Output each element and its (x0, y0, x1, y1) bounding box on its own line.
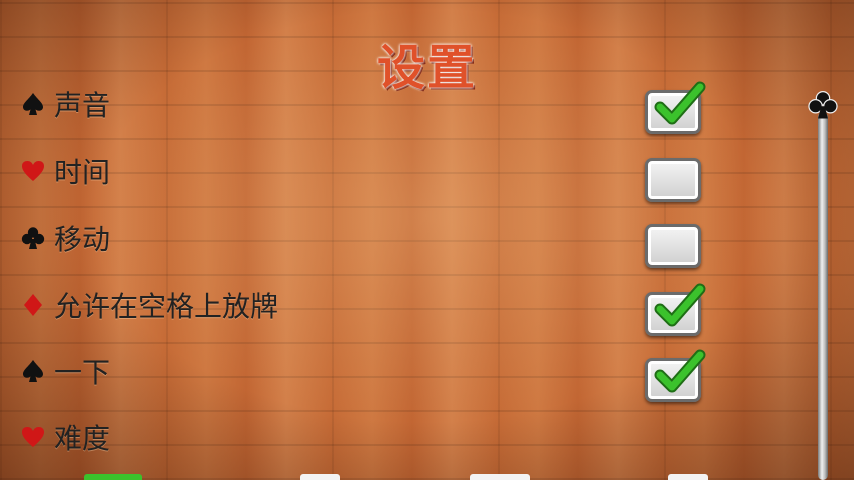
scrollbar-thumb[interactable] (806, 88, 840, 122)
partial-option (668, 474, 708, 480)
option-label: 难度 (54, 422, 111, 455)
spade-icon (18, 89, 48, 119)
option-row-allow-empty[interactable]: 允许在空格上放牌 (18, 281, 718, 329)
check-icon (654, 349, 706, 393)
option-label: 允许在空格上放牌 (54, 290, 279, 323)
option-row-difficulty[interactable]: 难度 (18, 413, 718, 461)
partial-option (470, 474, 530, 480)
club-icon (18, 223, 48, 253)
scrollbar-track[interactable] (818, 112, 828, 480)
allow-empty-checkbox[interactable] (645, 283, 706, 336)
time-checkbox[interactable] (645, 158, 701, 202)
heart-icon (18, 156, 48, 186)
option-row-once[interactable]: 一下 (18, 347, 718, 395)
move-checkbox[interactable] (645, 224, 701, 268)
option-row-move[interactable]: 移动 (18, 214, 718, 262)
spade-icon (18, 356, 48, 386)
partial-option (300, 474, 340, 480)
heart-icon (18, 422, 48, 452)
option-label: 时间 (54, 156, 111, 189)
club-icon (808, 90, 838, 119)
option-row-sound[interactable]: 声音 (18, 80, 718, 128)
partial-checkbox (84, 474, 142, 480)
check-icon (654, 283, 706, 327)
diamond-icon (18, 290, 48, 320)
option-row-time[interactable]: 时间 (18, 147, 718, 195)
sound-checkbox[interactable] (645, 81, 706, 134)
option-label: 声音 (54, 89, 111, 122)
option-label: 一下 (54, 356, 111, 389)
bottom-partial-content (0, 468, 854, 480)
check-icon (654, 81, 706, 125)
option-label: 移动 (54, 223, 111, 256)
once-checkbox[interactable] (645, 349, 706, 402)
